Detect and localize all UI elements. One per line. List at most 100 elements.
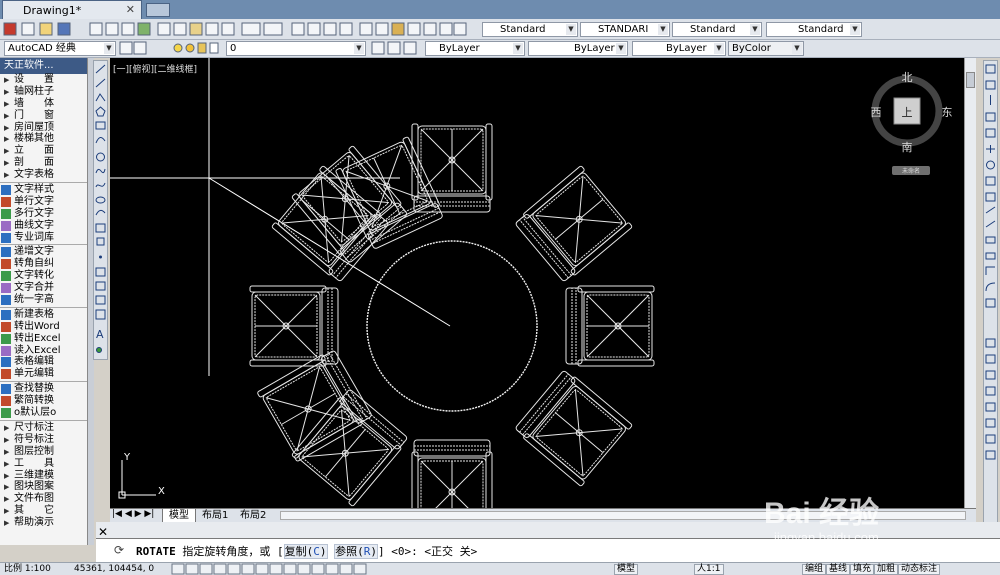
- side-menu-item-label: 多行文字: [14, 207, 54, 219]
- status-group[interactable]: 编组: [802, 564, 827, 575]
- status-fill[interactable]: 填充: [850, 564, 875, 575]
- status-baseline[interactable]: 基线: [826, 564, 851, 575]
- layer-tools-icons[interactable]: [370, 41, 426, 57]
- side-menu-item[interactable]: 专业词库: [0, 232, 87, 244]
- dim-style-combo[interactable]: STANDARI ▼: [580, 22, 670, 37]
- side-menu-item-label: 房间屋顶: [14, 121, 54, 133]
- point-icon: [99, 255, 102, 259]
- zoom-previous-icon: [339, 22, 353, 36]
- menu-command-icon: [1, 283, 11, 294]
- drawing-canvas[interactable]: [一][俯视][二维线框] Y X 北 南 东 西 上 未命名: [110, 58, 964, 508]
- side-menu-item[interactable]: ▶ 尺寸标注: [0, 422, 87, 434]
- submenu-arrow-icon: ▶: [4, 76, 10, 84]
- side-menu-header[interactable]: 天正软件...: [0, 58, 87, 74]
- status-coords[interactable]: 45361, 104454, 0: [74, 564, 154, 575]
- side-menu-item[interactable]: 统一字高: [0, 294, 87, 306]
- side-menu-item-label: 墙 体: [14, 97, 54, 109]
- side-menu-item[interactable]: 文字转化: [0, 270, 87, 282]
- side-menu-item[interactable]: ▶ 房间屋顶: [0, 122, 87, 134]
- side-menu-item[interactable]: ▶ 墙 体: [0, 98, 87, 110]
- side-menu-item[interactable]: ▶ 三维建模: [0, 470, 87, 482]
- vertical-scrollbar[interactable]: [964, 58, 976, 508]
- side-menu-item[interactable]: 转出Word: [0, 321, 87, 333]
- lineweight-combo[interactable]: ByLayer ▼: [632, 41, 726, 56]
- side-menu-item[interactable]: 查找替换: [0, 383, 87, 395]
- side-menu-item[interactable]: ▶ 楼梯其他: [0, 133, 87, 145]
- new-tab-button[interactable]: [146, 3, 170, 17]
- standard-toolbar-icons[interactable]: [0, 19, 470, 39]
- side-menu-item[interactable]: 转角自纠: [0, 258, 87, 270]
- side-menu-item[interactable]: 递增文字: [0, 246, 87, 258]
- drawing-svg[interactable]: Y X 北 南 东 西 上 未命名: [110, 58, 964, 508]
- draw-toolbar-icons[interactable]: A: [94, 61, 107, 359]
- side-menu-items: ▶ 设 置 ▶ 轴网柱子 ▶ 墙 体 ▶ 门 窗 ▶ 房间屋顶 ▶ 楼梯其他 ▶ 立 面 ▶ 剖 面 ▶ 文字表格…: [0, 74, 87, 529]
- chair[interactable]: [291, 145, 410, 265]
- side-menu-item[interactable]: 转出Excel: [0, 333, 87, 345]
- close-tab-icon[interactable]: ✕: [126, 3, 135, 16]
- layer-combo[interactable]: 0 ▼: [226, 41, 366, 56]
- side-menu-item-label: 其 它: [14, 505, 54, 517]
- status-dynamic-dim[interactable]: 动态标注: [898, 564, 941, 575]
- status-toggle-icons[interactable]: [170, 563, 390, 575]
- tab-layout2[interactable]: 布局2: [234, 509, 272, 522]
- side-menu-item[interactable]: ▶ 轴网柱子: [0, 86, 87, 98]
- chair[interactable]: [249, 285, 339, 367]
- chair[interactable]: [411, 439, 493, 508]
- side-menu-item[interactable]: ▶ 剖 面: [0, 157, 87, 169]
- side-menu-item[interactable]: 新建表格: [0, 309, 87, 321]
- side-menu-item[interactable]: o默认层o: [0, 407, 87, 419]
- chair[interactable]: [256, 347, 374, 463]
- side-menu-item[interactable]: 读入Excel: [0, 345, 87, 357]
- layer-state-icons[interactable]: [118, 41, 228, 57]
- linetype-combo[interactable]: ByLayer ▼: [528, 41, 628, 56]
- side-menu-item[interactable]: 表格编辑: [0, 356, 87, 368]
- color-combo[interactable]: ByLayer ▼: [425, 41, 525, 56]
- side-menu-item[interactable]: 文字合并: [0, 282, 87, 294]
- text-style-combo[interactable]: Standard ▼: [482, 22, 578, 37]
- side-menu-item[interactable]: ▶ 符号标注: [0, 434, 87, 446]
- tab-nav-arrows-icon[interactable]: |◀ ◀ ▶ ▶|: [112, 509, 154, 519]
- chair[interactable]: [565, 285, 655, 367]
- side-menu-item[interactable]: 曲线文字: [0, 220, 87, 232]
- document-tab[interactable]: Drawing1* ✕: [2, 0, 142, 19]
- side-menu-item[interactable]: ▶ 文字表格: [0, 169, 87, 181]
- side-menu-item[interactable]: ▶ 图层控制: [0, 446, 87, 458]
- side-menu-item[interactable]: 文字样式: [0, 184, 87, 196]
- side-menu-item[interactable]: ▶ 工 具: [0, 458, 87, 470]
- tab-model[interactable]: 模型: [162, 509, 196, 523]
- side-menu-item[interactable]: ▶ 门 窗: [0, 110, 87, 122]
- join-icon: [985, 252, 996, 260]
- table-style-combo[interactable]: Standard ▼: [672, 22, 762, 37]
- tab-layout1[interactable]: 布局1: [196, 509, 234, 522]
- side-menu-item[interactable]: ▶ 文件布图: [0, 493, 87, 505]
- scrollbar-thumb[interactable]: [966, 72, 975, 88]
- side-menu-item[interactable]: 繁简转换: [0, 395, 87, 407]
- status-bold[interactable]: 加粗: [874, 564, 899, 575]
- chair[interactable]: [513, 165, 633, 284]
- command-line[interactable]: ✕ ⟳ ROTATE 指定旋转角度，或 [复制(C) 参照(R)] <0>: <…: [96, 525, 1000, 562]
- modify-toolbar-icons[interactable]: [984, 61, 997, 529]
- side-menu-item[interactable]: ▶ 设 置: [0, 74, 87, 86]
- side-menu-item[interactable]: 多行文字: [0, 208, 87, 220]
- side-menu-item[interactable]: ▶ 其 它: [0, 505, 87, 517]
- side-menu-item[interactable]: ▶ 图块图案: [0, 481, 87, 493]
- workspace-combo[interactable]: AutoCAD 经典 ▼: [4, 41, 116, 56]
- horizontal-scrollbar[interactable]: [280, 511, 966, 520]
- option-copy[interactable]: 复制(C): [283, 544, 328, 559]
- chair[interactable]: [513, 368, 633, 487]
- side-menu-item[interactable]: ▶ 帮助演示: [0, 517, 87, 529]
- option-reference[interactable]: 参照(R): [334, 544, 378, 559]
- side-menu-item-label: 剖 面: [14, 157, 54, 169]
- mleader-style-combo[interactable]: Standard ▼: [766, 22, 862, 37]
- chair[interactable]: [411, 123, 493, 213]
- plotstyle-combo[interactable]: ByColor ▼: [728, 41, 804, 56]
- close-command-icon[interactable]: ✕: [98, 525, 108, 539]
- ducs-icon: [269, 563, 283, 575]
- side-menu-item[interactable]: ▶ 立 面: [0, 145, 87, 157]
- side-menu-item[interactable]: 单行文字: [0, 196, 87, 208]
- chair-group: [249, 123, 655, 508]
- status-annotation-scale[interactable]: 人1:1: [694, 564, 724, 575]
- status-model[interactable]: 模型: [614, 564, 639, 575]
- side-menu-item[interactable]: 单元编辑: [0, 368, 87, 380]
- status-scale[interactable]: 比例 1:100: [4, 564, 51, 575]
